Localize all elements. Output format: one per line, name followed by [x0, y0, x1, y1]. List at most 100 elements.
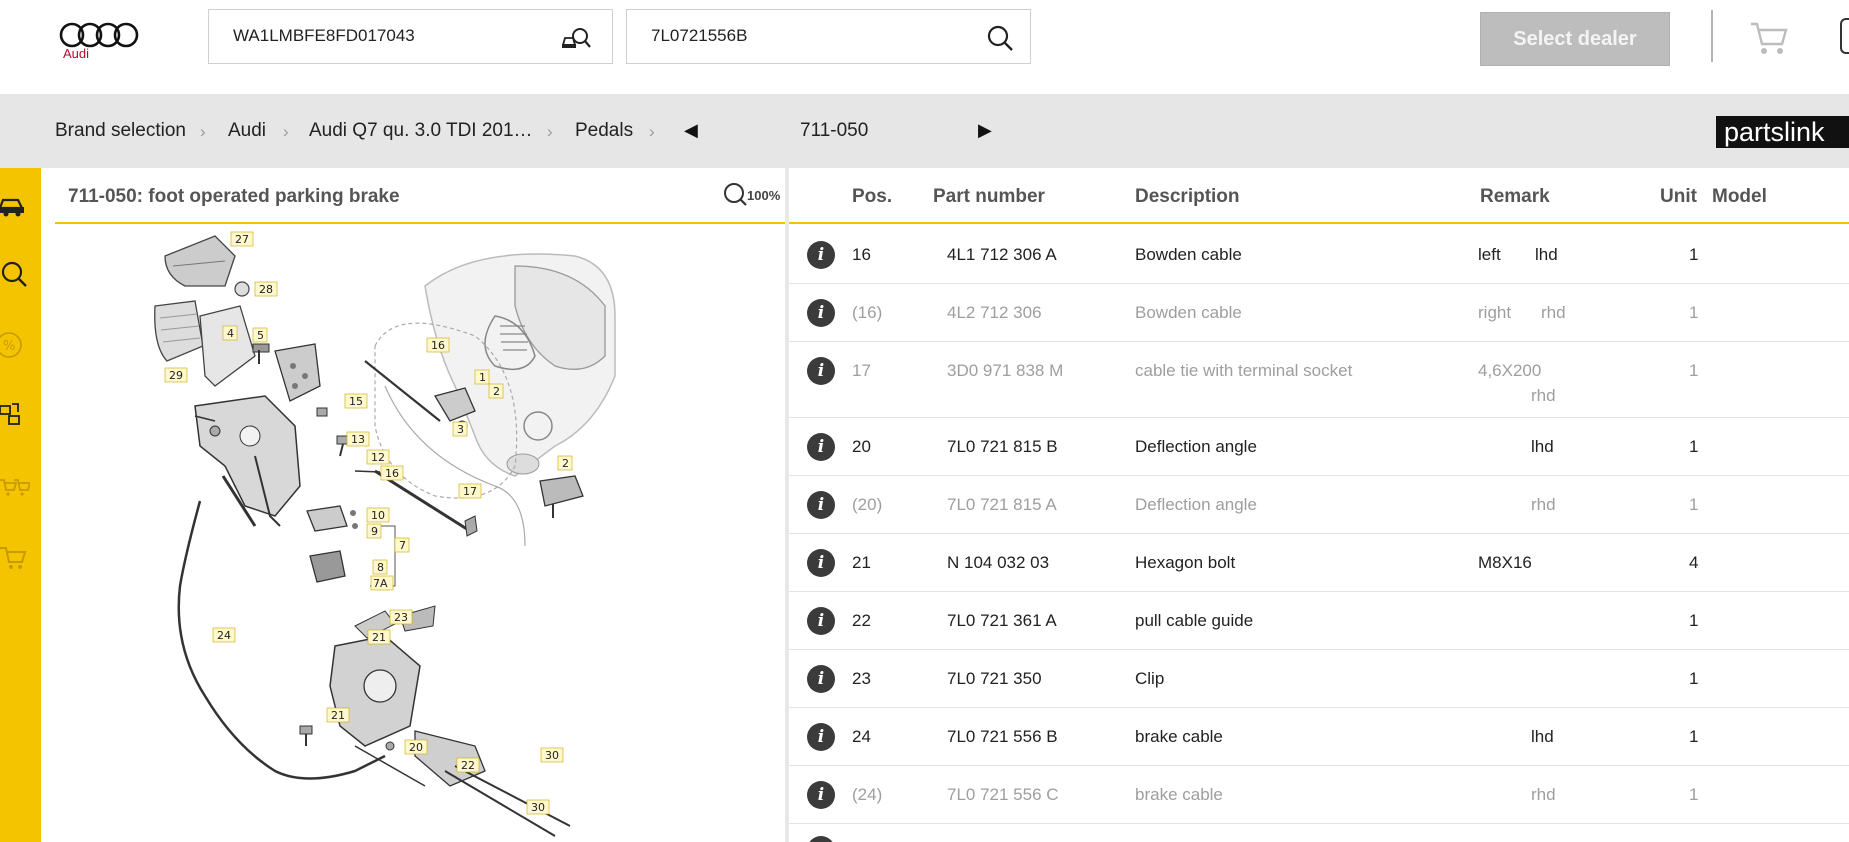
breadcrumb-current-illustration: 711-050 [800, 120, 869, 141]
row-part-number[interactable]: 7L0 721 815 B [947, 437, 1058, 457]
info-icon[interactable]: i [807, 357, 835, 385]
table-row[interactable]: i (24) 7L0 721 556 C brake cable rhd 1 [789, 766, 1849, 824]
partslink-logo: partslink [1716, 116, 1849, 148]
header-model[interactable]: Model [1712, 186, 1767, 208]
row-description: Deflection angle [1135, 437, 1257, 456]
header-part-number[interactable]: Part number [933, 186, 1045, 208]
row-pos: 21 [852, 553, 871, 572]
header-description[interactable]: Description [1135, 186, 1240, 208]
table-row[interactable]: i (20) 7L0 721 815 A Deflection angle rh… [789, 476, 1849, 534]
percent-icon[interactable]: % [0, 330, 26, 360]
part-search-value[interactable]: 7L0721556B [651, 26, 747, 46]
row-part-number[interactable]: 7L0 721 556 C [947, 785, 1059, 805]
previous-illustration-arrow[interactable]: ◀ [684, 120, 698, 141]
row-part-number[interactable]: 7L0 721 556 B [947, 727, 1058, 747]
info-icon[interactable]: i [807, 549, 835, 577]
callout-label: 5 [257, 329, 264, 342]
row-description: cable tie with terminal socket [1135, 361, 1353, 380]
callout-label: 15 [349, 395, 363, 408]
breadcrumb-audi[interactable]: Audi [228, 120, 266, 142]
row-pos: 24 [852, 727, 871, 746]
info-icon[interactable]: i [807, 299, 835, 327]
info-icon[interactable]: i [807, 433, 835, 461]
table-row[interactable]: i 22 7L0 721 361 A pull cable guide 1 [789, 592, 1849, 650]
illustration-panel: 711-050: foot operated parking brake 100… [55, 168, 785, 842]
parts-exploded-diagram[interactable]: 27 28 4 5 29 15 16 1 2 3 13 12 16 17 2 1… [55, 226, 785, 842]
callout-label: 21 [372, 631, 386, 644]
info-icon[interactable]: i [807, 665, 835, 693]
table-row[interactable]: i 20 7L0 721 815 B Deflection angle lhd … [789, 418, 1849, 476]
breadcrumb-brand-selection[interactable]: Brand selection [55, 120, 186, 142]
search-icon[interactable] [985, 23, 1015, 53]
row-unit: 1 [1689, 303, 1699, 322]
swap-icon[interactable] [0, 400, 30, 430]
row-pos: 17 [852, 361, 871, 380]
vehicle-search-icon[interactable] [561, 23, 591, 53]
row-description: Deflection angle [1135, 495, 1257, 514]
row-unit: 1 [1689, 727, 1699, 746]
info-icon[interactable]: i [807, 241, 835, 269]
breadcrumb: Brand selection › Audi › Audi Q7 qu. 3.0… [0, 94, 1849, 168]
row-pos: 23 [852, 669, 871, 688]
row-part-number[interactable]: N 104 032 03 [947, 553, 1049, 573]
table-row[interactable]: i (16) 4L2 712 306 Bowden cable right rh… [789, 284, 1849, 342]
callout-label: 7A [373, 577, 388, 590]
cart-icon[interactable] [1749, 18, 1789, 58]
row-part-number[interactable]: 4L2 712 306 [947, 303, 1042, 323]
header-remark[interactable]: Remark [1480, 186, 1550, 208]
table-row[interactable]: i 21 N 104 032 03 Hexagon bolt M8X16 4 [789, 534, 1849, 592]
cart-icon[interactable] [0, 542, 30, 572]
row-part-number[interactable]: 7L0 721 815 A [947, 495, 1057, 515]
breadcrumb-separator: › [547, 122, 553, 141]
header-unit[interactable]: Unit [1660, 186, 1697, 208]
header-pos[interactable]: Pos. [852, 186, 892, 208]
row-remark-steering: rhd [1541, 303, 1566, 322]
top-header: Audi WA1LMBFE8FD017043 7L0721556B Select… [0, 0, 1849, 94]
callout-label: 29 [169, 369, 183, 382]
row-pos: 20 [852, 437, 871, 456]
row-part-number[interactable]: 4L1 712 306 A [947, 245, 1057, 265]
row-description: Hexagon bolt [1135, 553, 1236, 572]
callout-label: 7 [399, 539, 406, 552]
callout-label: 4 [227, 327, 234, 340]
info-icon[interactable]: i [807, 781, 835, 809]
row-part-number[interactable]: 7L0 721 361 A [947, 611, 1057, 631]
callout-label: 24 [217, 629, 231, 642]
callout-label: 27 [235, 233, 249, 246]
part-number-search-field[interactable]: 7L0721556B [626, 9, 1031, 64]
callout-label: 16 [431, 339, 445, 352]
row-part-number[interactable]: 7L0 721 350 [947, 669, 1042, 689]
select-dealer-button[interactable]: Select dealer [1480, 12, 1670, 66]
breadcrumb-separator: › [200, 122, 206, 141]
callout-label: 16 [385, 467, 399, 480]
car-icon[interactable] [0, 190, 30, 220]
breadcrumb-vehicle[interactable]: Audi Q7 qu. 3.0 TDI 201… [309, 120, 533, 142]
row-unit: 1 [1689, 611, 1699, 630]
info-icon[interactable]: i [807, 723, 835, 751]
vin-value[interactable]: WA1LMBFE8FD017043 [233, 26, 415, 46]
info-icon[interactable]: i [807, 491, 835, 519]
row-pos: 16 [852, 245, 871, 264]
row-part-number[interactable]: 3D0 971 838 M [947, 361, 1063, 381]
table-header: Pos. Part number Description Remark Unit… [789, 168, 1849, 224]
table-row[interactable]: i 24 7L0 721 556 B brake cable lhd 1 [789, 708, 1849, 766]
row-pos: (20) [852, 495, 883, 514]
row-pos: 22 [852, 611, 871, 630]
row-unit: 1 [1689, 437, 1699, 456]
info-icon[interactable]: i [807, 836, 835, 842]
vin-search-field[interactable]: WA1LMBFE8FD017043 [208, 9, 613, 64]
callout-label: 2 [562, 457, 569, 470]
user-icon[interactable] [1840, 18, 1849, 54]
multi-cart-icon[interactable] [0, 472, 30, 502]
table-row-partial[interactable]: i [789, 824, 1849, 842]
table-row[interactable]: i 23 7L0 721 350 Clip 1 [789, 650, 1849, 708]
search-icon[interactable] [0, 260, 30, 290]
breadcrumb-pedals[interactable]: Pedals [575, 120, 633, 142]
callout-label: 10 [371, 509, 385, 522]
table-row[interactable]: i 16 4L1 712 306 A Bowden cable left lhd… [789, 226, 1849, 284]
callout-label: 30 [531, 801, 545, 814]
next-illustration-arrow[interactable]: ▶ [978, 120, 992, 141]
table-row[interactable]: i 17 3D0 971 838 M cable tie with termin… [789, 342, 1849, 418]
info-icon[interactable]: i [807, 607, 835, 635]
zoom-level[interactable]: 100% [747, 188, 780, 203]
